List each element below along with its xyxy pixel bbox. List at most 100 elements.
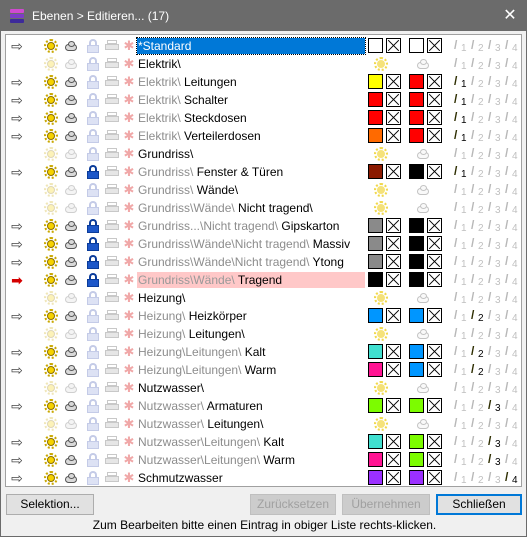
snap-icon[interactable]: ✱ xyxy=(122,111,136,125)
lock-icon[interactable] xyxy=(86,165,100,179)
fill-none-box[interactable] xyxy=(386,218,401,233)
schliessen-button[interactable]: Schließen xyxy=(436,494,522,515)
zuruecksetzen-button[interactable]: Zurücksetzen xyxy=(250,494,336,515)
layer-name[interactable]: Heizung\Leitungen\ Kalt xyxy=(137,344,365,360)
layer-name[interactable]: Grundriss\Wände\Nicht tragend\ Massiv xyxy=(137,236,365,252)
layer-list[interactable]: ⇨ ✱ *Standard/1/2/3/4 ✱ Elektrik\/1/2/3/4 ⇨ ✱ E… xyxy=(5,34,522,487)
layer-name[interactable]: Heizung\ Leitungen\ xyxy=(137,326,365,342)
lock-icon[interactable] xyxy=(86,57,100,71)
arrow-right-icon[interactable]: ⇨ xyxy=(8,398,26,414)
snap-icon[interactable]: ✱ xyxy=(122,183,136,197)
cloud-icon[interactable] xyxy=(64,273,78,287)
lock-icon[interactable] xyxy=(86,345,100,359)
fill-none-box[interactable] xyxy=(386,92,401,107)
line-width-2-icon[interactable]: /2 xyxy=(470,398,485,414)
visible-sun-icon[interactable] xyxy=(44,39,58,53)
layer-row[interactable]: ➡ ✱ Grundriss\Wände\ Tragend/1/2/3/4 xyxy=(6,271,521,289)
line-width-1-icon[interactable]: /1 xyxy=(453,110,468,126)
cloud-icon[interactable] xyxy=(64,291,78,305)
fill-color-swatch[interactable] xyxy=(409,38,424,53)
line-width-3-icon[interactable]: /3 xyxy=(487,272,502,288)
line-width-4-icon[interactable]: /4 xyxy=(504,38,519,54)
cloud-icon[interactable] xyxy=(64,309,78,323)
cloud-icon[interactable] xyxy=(64,417,78,431)
cloud-icon[interactable] xyxy=(64,471,78,485)
print-icon[interactable] xyxy=(105,219,119,233)
print-icon[interactable] xyxy=(105,327,119,341)
arrow-right-icon[interactable]: ⇨ xyxy=(8,362,26,378)
line-width-3-icon[interactable]: /3 xyxy=(487,308,502,324)
visible-sun-icon[interactable] xyxy=(44,93,58,107)
line-width-2-icon[interactable]: /2 xyxy=(470,110,485,126)
visible-sun-icon[interactable] xyxy=(44,381,58,395)
lock-icon[interactable] xyxy=(86,309,100,323)
line-color-swatch[interactable] xyxy=(368,434,383,449)
line-width-3-icon[interactable]: /3 xyxy=(487,38,502,54)
layer-row[interactable]: ✱ Nutzwasser\ /1/2/3/4 xyxy=(6,379,521,397)
snap-icon[interactable]: ✱ xyxy=(122,363,136,377)
fill-color-swatch[interactable] xyxy=(409,254,424,269)
line-color-swatch[interactable] xyxy=(368,218,383,233)
fill-color-swatch[interactable] xyxy=(409,344,424,359)
layer-row[interactable]: ⇨ ✱ Nutzwasser\ Armaturen/1/2/3/4 xyxy=(6,397,521,415)
layer-name[interactable]: Nutzwasser\Leitungen\ Warm xyxy=(137,452,365,468)
cloud-icon[interactable] xyxy=(64,237,78,251)
line-width-3-icon[interactable]: /3 xyxy=(487,398,502,414)
arrow-right-icon[interactable] xyxy=(8,146,26,162)
layer-row[interactable]: ⇨ ✱ Elektrik\ Leitungen/1/2/3/4 xyxy=(6,73,521,91)
line-width-1-icon[interactable]: /1 xyxy=(453,92,468,108)
line-width-1-icon[interactable]: /1 xyxy=(453,56,468,72)
line-width-2-icon[interactable]: /2 xyxy=(470,290,485,306)
cloud-icon[interactable] xyxy=(64,183,78,197)
line-width-3-icon[interactable]: /3 xyxy=(487,416,502,432)
line-width-2-icon[interactable]: /2 xyxy=(470,164,485,180)
snap-icon[interactable]: ✱ xyxy=(122,417,136,431)
print-icon[interactable] xyxy=(105,435,119,449)
fill-color-swatch[interactable] xyxy=(409,452,424,467)
snap-icon[interactable]: ✱ xyxy=(122,219,136,233)
hatch-none-box[interactable] xyxy=(427,236,442,251)
visible-sun-icon[interactable] xyxy=(44,165,58,179)
cloud-icon[interactable] xyxy=(64,363,78,377)
line-color-swatch[interactable] xyxy=(368,236,383,251)
line-width-1-icon[interactable]: /1 xyxy=(453,254,468,270)
line-width-3-icon[interactable]: /3 xyxy=(487,452,502,468)
hatch-none-box[interactable] xyxy=(427,398,442,413)
line-width-2-icon[interactable]: /2 xyxy=(470,362,485,378)
line-color-swatch[interactable] xyxy=(368,362,383,377)
line-width-4-icon[interactable]: /4 xyxy=(504,344,519,360)
fill-color-swatch[interactable] xyxy=(409,398,424,413)
arrow-right-icon[interactable] xyxy=(8,200,26,216)
snap-icon[interactable]: ✱ xyxy=(122,345,136,359)
lock-icon[interactable] xyxy=(86,111,100,125)
layer-row[interactable]: ⇨ ✱ Grundriss\ Fenster & Türen/1/2/3/4 xyxy=(6,163,521,181)
print-icon[interactable] xyxy=(105,345,119,359)
visible-sun-icon[interactable] xyxy=(44,471,58,485)
print-icon[interactable] xyxy=(105,255,119,269)
hatch-none-box[interactable] xyxy=(427,344,442,359)
hatch-none-box[interactable] xyxy=(427,434,442,449)
line-color-swatch[interactable] xyxy=(368,110,383,125)
print-icon[interactable] xyxy=(105,57,119,71)
line-width-4-icon[interactable]: /4 xyxy=(504,416,519,432)
fill-color-swatch[interactable] xyxy=(409,74,424,89)
line-width-4-icon[interactable]: /4 xyxy=(504,74,519,90)
print-icon[interactable] xyxy=(105,399,119,413)
arrow-right-icon[interactable]: ⇨ xyxy=(8,434,26,450)
arrow-right-icon[interactable]: ⇨ xyxy=(8,92,26,108)
visible-sun-icon[interactable] xyxy=(44,417,58,431)
line-width-4-icon[interactable]: /4 xyxy=(504,434,519,450)
layer-name[interactable]: Grundriss\ xyxy=(137,146,365,162)
layer-name[interactable]: Nutzwasser\ Armaturen xyxy=(137,398,365,414)
layer-row[interactable]: ✱ Grundriss\Wände\ Nicht tragend\ /1/2/3/4 xyxy=(6,199,521,217)
hatch-none-box[interactable] xyxy=(427,452,442,467)
arrow-right-icon[interactable] xyxy=(8,380,26,396)
lock-icon[interactable] xyxy=(86,291,100,305)
fill-none-box[interactable] xyxy=(386,254,401,269)
layer-name[interactable]: Heizung\ Heizkörper xyxy=(137,308,365,324)
arrow-right-icon[interactable] xyxy=(8,182,26,198)
layer-name[interactable]: Nutzwasser\Leitungen\ Kalt xyxy=(137,434,365,450)
print-icon[interactable] xyxy=(105,39,119,53)
visible-sun-icon[interactable] xyxy=(44,327,58,341)
hatch-none-box[interactable] xyxy=(427,110,442,125)
